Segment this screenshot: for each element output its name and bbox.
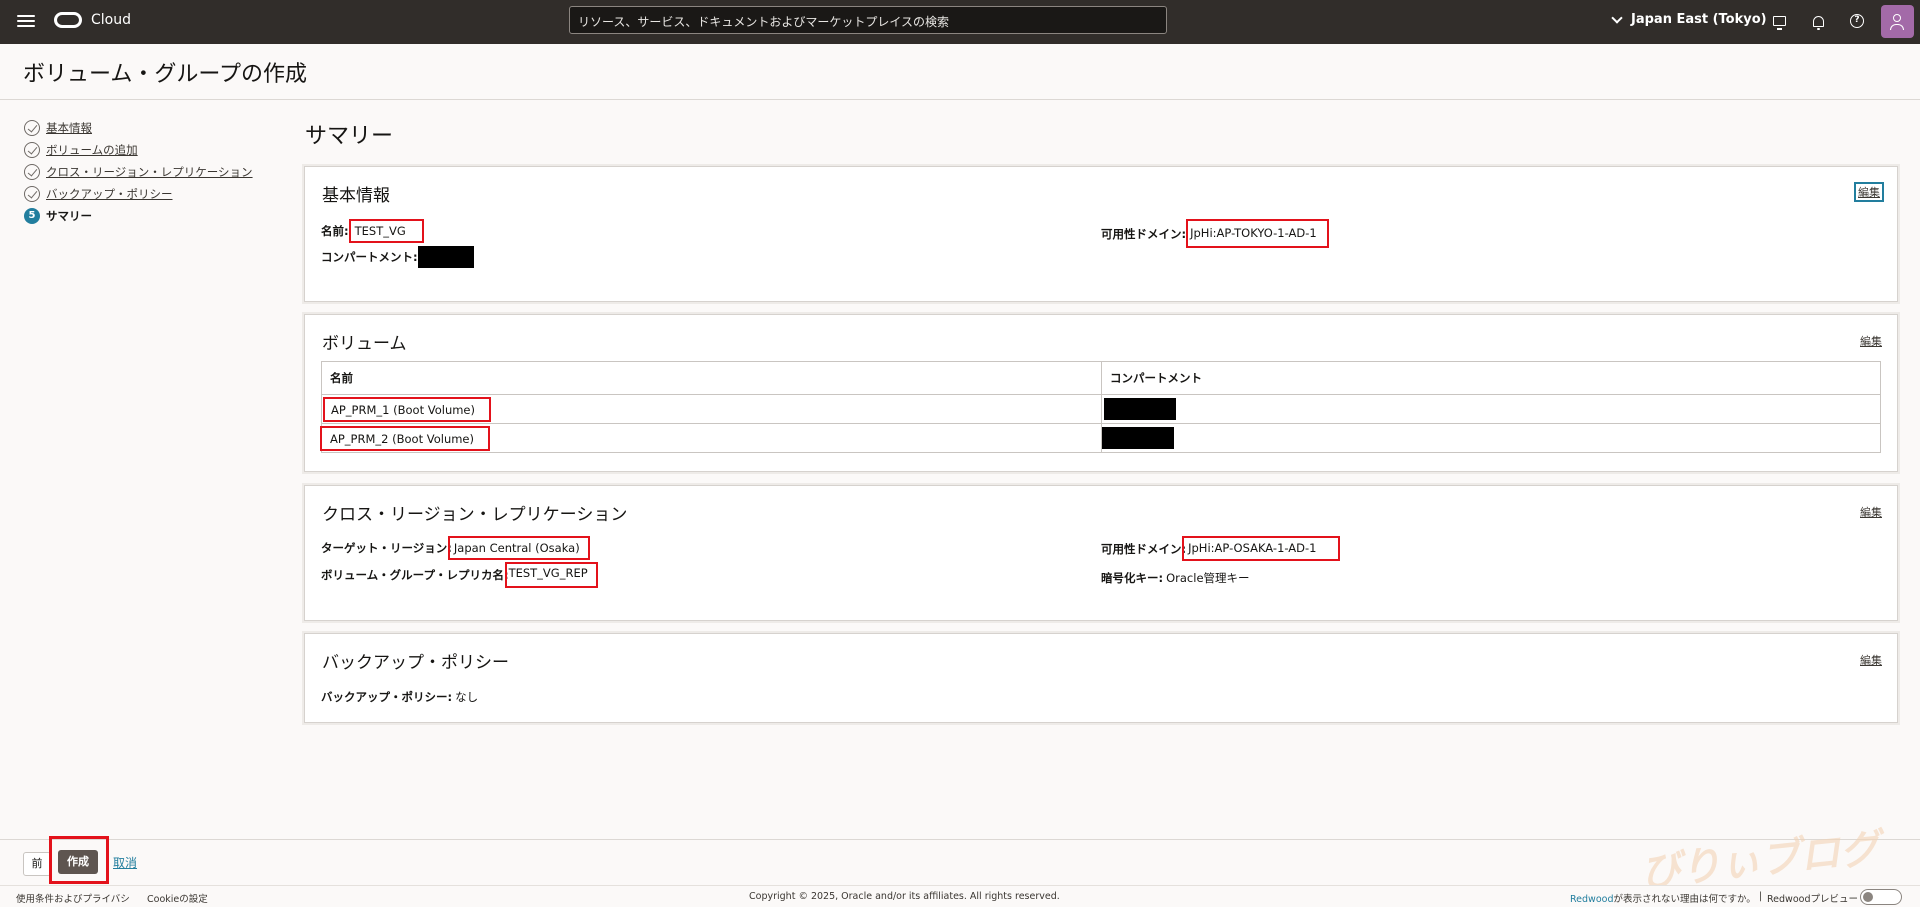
volumes-table: 名前 コンパートメント AP_PRM_1 (Boot Volume) AP_PR… bbox=[320, 361, 1881, 453]
search-input[interactable]: リソース、サービス、ドキュメントおよびマーケットプレイスの検索 bbox=[569, 6, 1167, 34]
edit-replication-link[interactable]: 編集 bbox=[1860, 504, 1882, 520]
name-label: 名前: bbox=[321, 224, 349, 238]
cloud-shell-icon[interactable] bbox=[1770, 12, 1788, 30]
redwood-link[interactable]: Redwood bbox=[1570, 894, 1613, 905]
footer-separator: | bbox=[1759, 891, 1763, 902]
table-row: AP_PRM_2 (Boot Volume) bbox=[320, 423, 1881, 453]
page-title: ボリューム・グループの作成 bbox=[23, 62, 308, 87]
redacted-value bbox=[1104, 398, 1176, 420]
checkmark-icon bbox=[24, 120, 40, 136]
replica-name-field: ボリューム・グループ・レプリカ名: TEST_VG_REP bbox=[321, 562, 598, 588]
step-label: サマリー bbox=[46, 209, 92, 223]
table-header-row: 名前 コンパートメント bbox=[321, 361, 1881, 395]
backup-policy-value: なし bbox=[455, 690, 479, 704]
copyright-text: Copyright © 2025, Oracle and/or its affi… bbox=[749, 891, 1060, 902]
replica-name-label: ボリューム・グループ・レプリカ名: bbox=[321, 568, 509, 582]
replica-availability-domain-field: 可用性ドメイン: JpHi:AP-OSAKA-1-AD-1 bbox=[1101, 536, 1341, 561]
avatar[interactable] bbox=[1881, 5, 1914, 38]
oracle-logo-icon[interactable] bbox=[54, 12, 82, 28]
checkmark-icon bbox=[24, 186, 40, 202]
availability-domain-value: JpHi:AP-TOKYO-1-AD-1 bbox=[1186, 219, 1329, 248]
step-basic-info[interactable]: 基本情報 bbox=[24, 117, 253, 139]
checkmark-icon bbox=[24, 164, 40, 180]
step-cross-region-replication[interactable]: クロス・リージョン・レプリケーション bbox=[24, 161, 253, 183]
encryption-key-field: 暗号化キー: Oracle管理キー bbox=[1101, 570, 1250, 586]
create-button[interactable]: 作成 bbox=[58, 850, 98, 874]
step-summary: 5 サマリー bbox=[24, 205, 253, 227]
volume-name-cell: AP_PRM_2 (Boot Volume) bbox=[320, 423, 1102, 453]
column-header-compartment: コンパートメント bbox=[1101, 361, 1881, 395]
terms-privacy-link[interactable]: 使用条件およびプライバシ bbox=[16, 891, 130, 905]
replica-availability-domain-label: 可用性ドメイン: bbox=[1101, 541, 1187, 556]
top-navigation-bar: Cloud リソース、サービス、ドキュメントおよびマーケットプレイスの検索 Ja… bbox=[0, 0, 1920, 44]
cross-region-replication-card: クロス・リージョン・レプリケーション 編集 ターゲット・リージョン: Japan… bbox=[304, 485, 1898, 621]
step-add-volumes[interactable]: ボリュームの追加 bbox=[24, 139, 253, 161]
backup-policy-field: バックアップ・ポリシー: なし bbox=[321, 689, 478, 705]
step-backup-policy[interactable]: バックアップ・ポリシー bbox=[24, 183, 253, 205]
card-title: ボリューム bbox=[322, 334, 407, 354]
compartment-label: コンパートメント: bbox=[321, 250, 418, 264]
checkmark-icon bbox=[24, 142, 40, 158]
chevron-down-icon bbox=[1611, 11, 1623, 24]
redwood-info-text: が表示されない理由は何ですか。 bbox=[1613, 894, 1756, 905]
cancel-link[interactable]: 取消 bbox=[113, 854, 137, 871]
edit-backup-policy-link[interactable]: 編集 bbox=[1860, 652, 1882, 668]
help-icon[interactable]: ? bbox=[1848, 12, 1866, 30]
hamburger-menu-icon[interactable] bbox=[17, 13, 35, 29]
target-region-value: Japan Central (Osaka) bbox=[447, 536, 590, 560]
user-icon bbox=[1893, 14, 1901, 22]
availability-domain-label: 可用性ドメイン: bbox=[1101, 226, 1187, 241]
basic-info-card: 基本情報 編集 名前: TEST_VG コンパートメント: 可用性ドメイン: J… bbox=[304, 166, 1898, 302]
step-label[interactable]: 基本情報 bbox=[46, 120, 92, 136]
previous-button[interactable]: 前 bbox=[23, 852, 51, 876]
redwood-info: Redwoodが表示されない理由は何ですか。 bbox=[1570, 891, 1756, 905]
volume-name: AP_PRM_2 (Boot Volume) bbox=[320, 425, 490, 451]
volume-name-cell: AP_PRM_1 (Boot Volume) bbox=[321, 394, 1102, 424]
backup-policy-label: バックアップ・ポリシー: bbox=[321, 690, 453, 704]
step-number-badge: 5 bbox=[24, 208, 40, 224]
region-selector[interactable]: Japan East (Tokyo) bbox=[1611, 11, 1767, 27]
encryption-key-label: 暗号化キー: bbox=[1101, 571, 1164, 585]
step-label[interactable]: ボリュームの追加 bbox=[46, 142, 138, 158]
redwood-preview-label: Redwoodプレビュー bbox=[1767, 894, 1858, 905]
edit-volumes-link[interactable]: 編集 bbox=[1860, 333, 1882, 349]
name-value: TEST_VG bbox=[348, 219, 424, 243]
page-footer: 使用条件およびプライバシ Cookieの設定 Copyright © 2025,… bbox=[0, 885, 1920, 907]
column-header-name: 名前 bbox=[321, 361, 1102, 395]
volumes-card: ボリューム 編集 名前 コンパートメント AP_PRM_1 (Boot Volu… bbox=[304, 314, 1898, 472]
redwood-preview-toggle[interactable] bbox=[1860, 889, 1902, 905]
volume-compartment-cell bbox=[1101, 423, 1881, 453]
notification-bell-icon[interactable] bbox=[1809, 12, 1827, 30]
card-title: 基本情報 bbox=[322, 186, 390, 206]
step-label[interactable]: バックアップ・ポリシー bbox=[46, 186, 173, 202]
name-field: 名前: TEST_VG bbox=[321, 219, 424, 243]
target-region-label: ターゲット・リージョン: bbox=[321, 541, 452, 555]
compartment-field: コンパートメント: bbox=[321, 246, 474, 268]
summary-heading: サマリー bbox=[305, 124, 394, 149]
region-label: Japan East (Tokyo) bbox=[1631, 12, 1767, 27]
card-title: クロス・リージョン・レプリケーション bbox=[322, 505, 628, 525]
wizard-action-bar: 前 bbox=[0, 839, 1920, 885]
edit-basic-info-link[interactable]: 編集 bbox=[1854, 182, 1884, 202]
page-header: ボリューム・グループの作成 bbox=[0, 44, 1920, 100]
encryption-key-value: Oracle管理キー bbox=[1166, 571, 1250, 585]
availability-domain-field: 可用性ドメイン: JpHi:AP-TOKYO-1-AD-1 bbox=[1101, 219, 1329, 248]
replica-availability-domain-value: JpHi:AP-OSAKA-1-AD-1 bbox=[1182, 536, 1341, 561]
volume-compartment-cell bbox=[1101, 394, 1881, 424]
table-row: AP_PRM_1 (Boot Volume) bbox=[321, 394, 1881, 424]
replica-name-value: TEST_VG_REP bbox=[504, 562, 598, 588]
redacted-value bbox=[1102, 427, 1174, 449]
volume-name: AP_PRM_1 (Boot Volume) bbox=[323, 396, 491, 422]
wizard-steps: 基本情報 ボリュームの追加 クロス・リージョン・レプリケーション バックアップ・… bbox=[24, 117, 253, 227]
cookie-settings-link[interactable]: Cookieの設定 bbox=[147, 891, 208, 905]
target-region-field: ターゲット・リージョン: Japan Central (Osaka) bbox=[321, 536, 590, 560]
card-title: バックアップ・ポリシー bbox=[322, 653, 509, 673]
backup-policy-card: バックアップ・ポリシー 編集 バックアップ・ポリシー: なし bbox=[304, 633, 1898, 723]
step-label[interactable]: クロス・リージョン・レプリケーション bbox=[46, 164, 253, 180]
brand-name[interactable]: Cloud bbox=[91, 12, 131, 28]
redacted-value bbox=[417, 246, 474, 268]
